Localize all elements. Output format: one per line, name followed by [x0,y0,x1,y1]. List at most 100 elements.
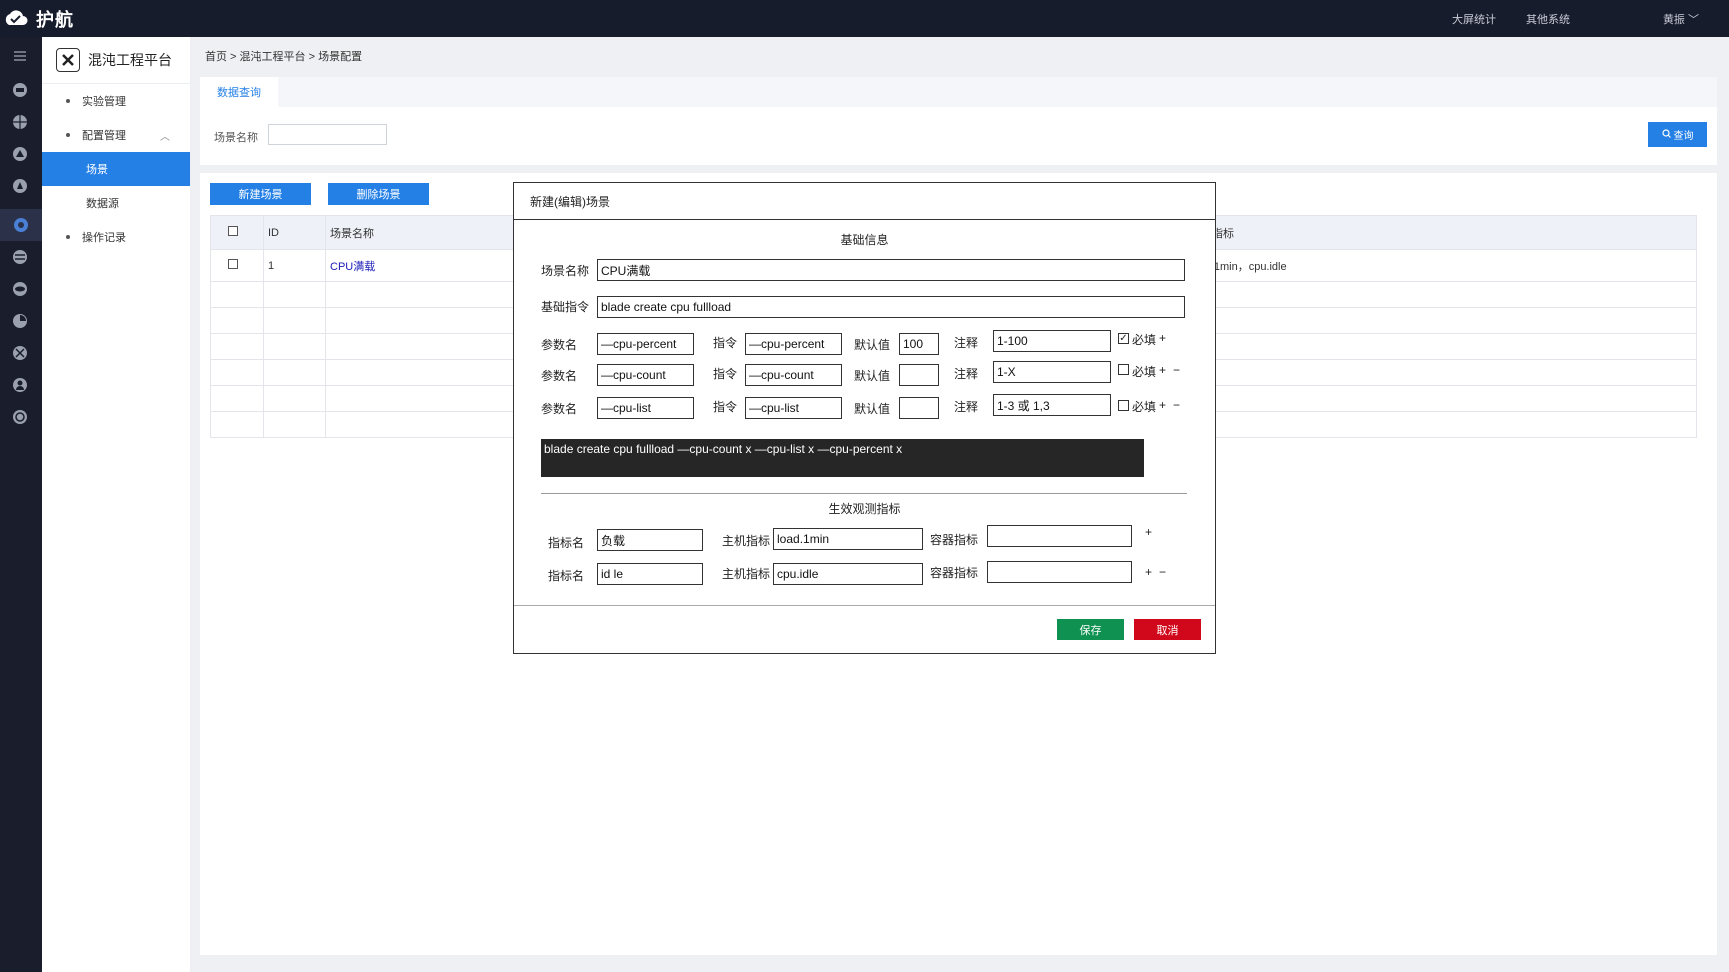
param-default-input-1[interactable]: 100 [899,333,939,355]
sidebar-item-config[interactable]: 配置管理 ︿ [42,118,190,152]
rail-icon-4[interactable] [11,177,29,195]
sidebar-item-label: 场景 [86,164,108,176]
sidebar-item-experiments[interactable]: 实验管理 [42,84,190,118]
section-divider [541,493,1187,494]
param-note-input-3[interactable]: 1-3 或 1,3 [993,394,1111,416]
user-menu[interactable]: 黄振 ﹀ [1663,11,1699,27]
select-all-checkbox[interactable] [228,226,238,236]
sidebar-item-records[interactable]: 操作记录 [42,220,190,254]
bullet-icon [66,133,70,137]
user-name: 黄振 [1662,14,1685,26]
tab-bar: 数据查询 [200,77,1717,107]
base-cmd-input[interactable]: blade create cpu fullload [597,296,1185,318]
sidebar-item-datasource[interactable]: 数据源 [42,186,190,220]
required-label: 必填 [1132,365,1157,379]
rail-icon-11[interactable] [11,408,29,426]
tab-data-query[interactable]: 数据查询 [200,77,278,107]
metric-name-input-1[interactable]: 负载 [597,529,703,551]
required-checkbox-3[interactable] [1118,400,1129,411]
param-note-label: 注释 [954,400,979,414]
scene-name-label: 场景名称 [541,264,590,278]
cell-metrics: load.1min，cpu.idle [1185,249,1697,282]
row-checkbox[interactable] [228,259,238,269]
rail-icon-7[interactable] [11,280,29,298]
metric-name-input-2[interactable]: id le [597,563,703,585]
param-cmd-label: 指令 [713,336,738,350]
bullet-icon [66,235,70,239]
scene-name-input[interactable]: CPU满载 [597,259,1185,281]
sidebar-item-label: 实验管理 [82,96,126,108]
param-default-label: 默认值 [854,402,891,416]
param-cmd-input-2[interactable]: —cpu-count [745,364,842,386]
nav-other-systems[interactable]: 其他系统 [1526,11,1570,27]
rail-icon-9[interactable] [11,344,29,362]
select-all-cell [210,215,264,250]
save-button[interactable]: 保存 [1057,619,1124,640]
param-default-input-2[interactable] [899,364,939,386]
param-cmd-input-1[interactable]: —cpu-percent [745,333,842,355]
param-note-label: 注释 [954,336,979,350]
param-name-label: 参数名 [541,369,578,383]
app-logo-text: 护航 [36,10,74,30]
cell-id: 1 [263,249,326,282]
chevron-up-icon: ︿ [160,132,170,143]
metric-name-label: 指标名 [548,569,585,583]
bullet-icon [66,99,70,103]
rail-icon-1[interactable] [11,81,29,99]
rail-icon-8[interactable] [11,312,29,330]
param-name-input-2[interactable]: —cpu-count [597,364,694,386]
remove-param-button[interactable]: − [1173,363,1180,377]
chaos-logo-icon [56,48,80,72]
container-metric-input-2[interactable] [987,561,1132,583]
dialog-footer-divider [514,605,1215,606]
breadcrumb: 首页 > 混沌工程平台 > 场景配置 [205,51,363,63]
menu-toggle-icon[interactable] [11,47,29,65]
basic-info-title: 基础信息 [840,233,889,247]
column-header-metrics: 检测指标 [1185,215,1697,250]
add-metric-button[interactable]: + [1145,565,1152,579]
delete-scene-button[interactable]: 删除场景 [328,183,429,205]
rail-icon-chaos-active[interactable] [0,209,42,241]
param-note-label: 注释 [954,367,979,381]
new-scene-button[interactable]: 新建场景 [210,183,311,205]
search-button[interactable]: 查询 [1648,122,1707,147]
remove-param-button[interactable]: − [1173,398,1180,412]
cancel-button[interactable]: 取消 [1134,619,1201,640]
param-default-label: 默认值 [854,369,891,383]
param-default-input-3[interactable] [899,397,939,419]
row-select-cell [210,249,264,282]
command-preview: blade create cpu fullload —cpu-count x —… [541,439,1144,477]
param-name-input-1[interactable]: —cpu-percent [597,333,694,355]
globe-icon[interactable] [11,113,29,131]
param-cmd-input-3[interactable]: —cpu-list [745,397,842,419]
rail-icon-6[interactable] [11,248,29,266]
app-logo[interactable]: 护航 [2,6,74,32]
param-note-input-1[interactable]: 1-100 [993,330,1111,352]
remove-metric-button[interactable]: − [1159,565,1166,579]
required-checkbox-1[interactable]: ✓ [1118,333,1129,344]
param-name-input-3[interactable]: —cpu-list [597,397,694,419]
required-label: 必填 [1132,333,1157,347]
scene-name-filter-input[interactable] [268,124,387,145]
host-metric-input-2[interactable]: cpu.idle [773,563,923,585]
required-checkbox-2[interactable] [1118,364,1129,375]
column-header-id: ID [263,215,326,250]
sidebar-brand-title: 混沌工程平台 [88,52,172,68]
metric-name-label: 指标名 [548,536,585,550]
add-param-button[interactable]: + [1159,331,1166,345]
rail-icon-10[interactable] [11,376,29,394]
host-metric-label: 主机指标 [722,534,771,548]
scene-edit-dialog: 新建(编辑)场景 基础信息 场景名称 CPU满载 基础指令 blade crea… [513,182,1216,654]
add-metric-button[interactable]: + [1145,525,1152,539]
host-metric-input-1[interactable]: load.1min [773,528,923,550]
sidebar-item-label: 操作记录 [82,232,126,244]
add-param-button[interactable]: + [1159,398,1166,412]
nav-big-screen-stats[interactable]: 大屏统计 [1452,11,1496,27]
sidebar-item-scenes[interactable]: 场景 [42,152,190,186]
rail-icon-3[interactable] [11,145,29,163]
scene-name-link[interactable]: CPU满载 [330,261,375,273]
chevron-down-icon: ﹀ [1688,14,1699,26]
add-param-button[interactable]: + [1159,363,1166,377]
param-note-input-2[interactable]: 1-X [993,361,1111,383]
container-metric-input-1[interactable] [987,525,1132,547]
